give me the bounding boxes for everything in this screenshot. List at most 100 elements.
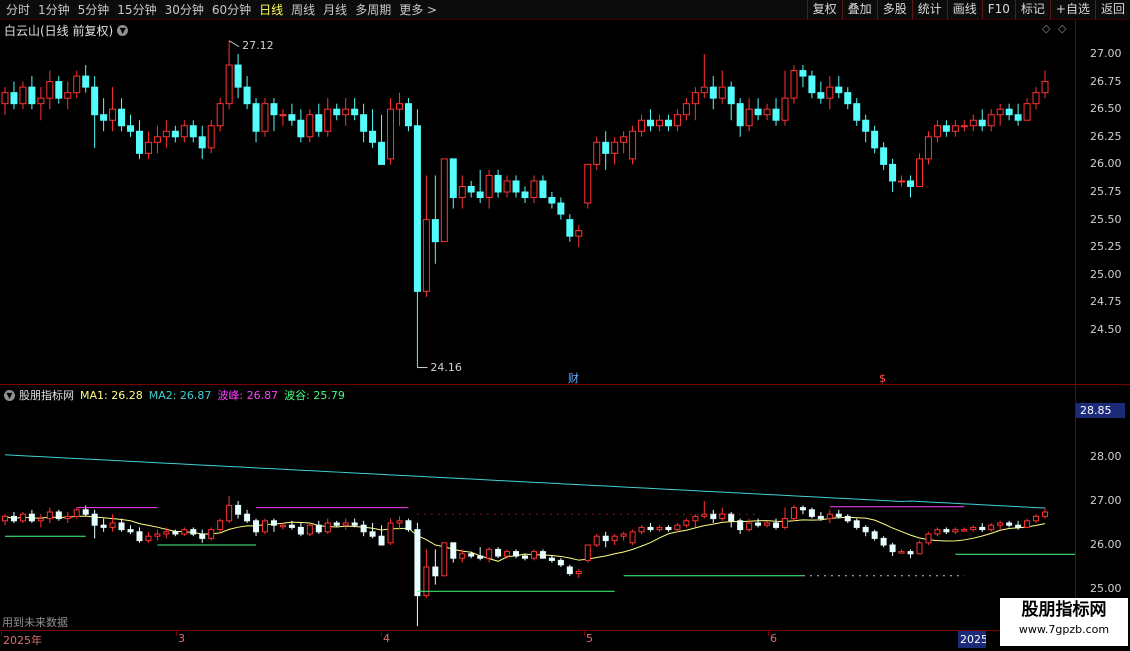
candle	[10, 81, 18, 110]
candle-body	[754, 108, 762, 116]
indicator-candle	[764, 520, 771, 528]
candle-body	[539, 180, 547, 199]
indicator-body	[73, 509, 80, 517]
indicator-body	[324, 522, 331, 533]
candle	[1041, 70, 1049, 99]
candle-body	[682, 103, 690, 116]
indicator-body	[459, 553, 466, 559]
indicator-body	[288, 524, 295, 528]
indicator-body	[450, 542, 457, 559]
candle	[431, 175, 439, 264]
candle	[28, 76, 36, 110]
indicator-body	[925, 533, 932, 544]
toolbar-action-8[interactable]: 返回	[1094, 0, 1130, 19]
candle	[727, 81, 735, 121]
candle	[799, 65, 807, 88]
indicator-candle	[270, 518, 277, 532]
indicator-body	[82, 509, 89, 515]
indicator-body	[710, 513, 717, 520]
candle	[467, 180, 475, 198]
high-pointer	[228, 40, 240, 48]
candle-body	[1023, 103, 1031, 121]
price-tick-2: 26.50	[1090, 102, 1122, 116]
candle	[306, 109, 314, 143]
indicator-candle	[324, 518, 331, 534]
indicator-body	[566, 566, 573, 575]
candle	[144, 131, 152, 159]
candle	[225, 40, 233, 110]
price-tick-4: 26.00	[1090, 157, 1122, 171]
indicator-chart[interactable]	[0, 385, 1075, 630]
candle-body	[942, 125, 950, 132]
candle	[664, 114, 672, 132]
candle	[889, 158, 897, 192]
indicator-candle	[199, 529, 206, 543]
candle-body	[440, 158, 448, 243]
indicator-candle	[2, 514, 8, 526]
indicator-candle	[656, 525, 663, 532]
candle	[494, 169, 502, 198]
candle-body	[225, 64, 233, 105]
candle-body	[691, 92, 699, 105]
indicator-body	[862, 526, 869, 533]
indicator-body	[19, 513, 26, 522]
indicator-body	[172, 531, 179, 535]
date-tick-1: 3	[178, 632, 185, 645]
indicator-body	[593, 535, 600, 546]
candle-body	[333, 108, 341, 116]
candle-body	[611, 141, 619, 154]
candle	[898, 175, 906, 187]
indicator-body	[468, 553, 475, 557]
candle	[512, 175, 520, 198]
candle-body	[826, 86, 834, 99]
candle	[682, 98, 690, 121]
candle	[216, 98, 224, 132]
candle-body	[951, 125, 959, 132]
candle	[413, 109, 421, 368]
candle-body	[369, 130, 377, 143]
indicator-body	[970, 526, 977, 531]
candle-body	[64, 92, 72, 99]
candle	[476, 169, 484, 204]
indicator-body	[351, 522, 358, 526]
indicator-candle	[342, 518, 349, 530]
indicator-body	[28, 513, 35, 522]
indicator-body	[997, 522, 1004, 526]
indicator-tick-3: 25.00	[1090, 582, 1122, 595]
indicator-body	[764, 522, 771, 526]
indicator-body	[333, 522, 340, 526]
indicator-body	[934, 529, 941, 535]
price-axis-line	[1075, 20, 1076, 630]
candle	[422, 175, 430, 297]
indicator-body	[100, 524, 107, 528]
candle	[315, 103, 323, 137]
candle	[37, 87, 45, 121]
price-tick-6: 25.50	[1090, 212, 1122, 226]
indicator-body	[342, 522, 349, 526]
candle	[333, 103, 341, 121]
candle-body	[862, 119, 870, 132]
candle-body	[422, 219, 430, 292]
candle	[503, 175, 511, 198]
kline-chart[interactable]	[0, 0, 1075, 384]
indicator-body	[602, 535, 609, 542]
indicator-body	[539, 551, 546, 559]
candle-body	[73, 75, 81, 94]
candle	[458, 175, 466, 209]
candle	[781, 70, 789, 126]
watermark-title: 股朋指标网	[1021, 600, 1107, 620]
candle-body	[584, 163, 592, 204]
indicator-candle	[916, 540, 923, 555]
candle-body	[933, 125, 941, 138]
indicator-body	[1015, 524, 1022, 528]
watermark-url: www.7gpzb.com	[1018, 623, 1110, 636]
indicator-body	[91, 513, 98, 526]
candle-body	[494, 174, 502, 193]
candle-body	[978, 119, 986, 127]
indicator-candle	[683, 518, 690, 528]
candle	[91, 76, 99, 148]
indicator-candle	[773, 518, 780, 530]
indicator-candle	[306, 523, 313, 537]
candle-body	[736, 103, 744, 127]
indicator-candle	[64, 512, 71, 523]
